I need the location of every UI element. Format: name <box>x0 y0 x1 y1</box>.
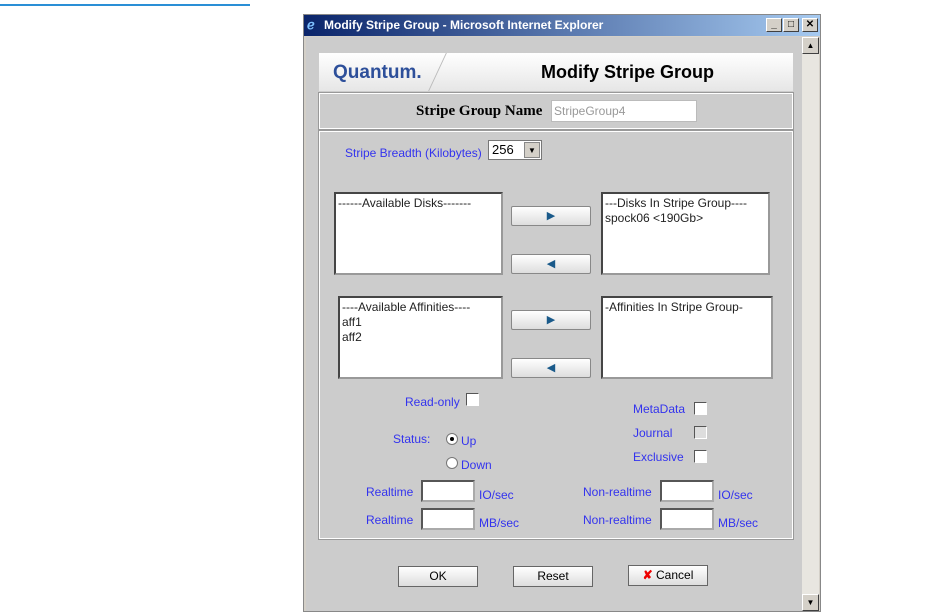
status-down-radio[interactable] <box>446 457 458 469</box>
list-item[interactable]: aff2 <box>342 330 499 345</box>
nonrealtime-mb-input[interactable] <box>660 508 714 530</box>
realtime-mb-label: Realtime <box>366 513 414 527</box>
quantum-logo: Quantum. <box>333 62 422 83</box>
settings-panel: Stripe Breadth (Kilobytes) 256 ▼ ------Av… <box>318 130 794 540</box>
x-icon: ✘ <box>642 568 653 582</box>
nonrealtime-mb-label: Non-realtime <box>583 513 652 527</box>
metadata-label: MetaData <box>633 402 686 416</box>
readonly-label: Read-only <box>405 395 460 409</box>
realtime-io-label: Realtime <box>366 485 414 499</box>
journal-checkbox[interactable] <box>694 426 707 439</box>
list-header: -Affinities In Stripe Group- <box>605 300 743 314</box>
available-affinities-list[interactable]: ----Available Affinities---- aff1 aff2 <box>338 296 503 379</box>
status-label: Status: <box>393 432 431 446</box>
readonly-checkbox[interactable] <box>466 393 479 406</box>
io-unit-label: IO/sec <box>718 488 753 502</box>
available-disks-list[interactable]: ------Available Disks------- <box>334 192 503 275</box>
arrow-left-icon: ◀ <box>546 258 556 270</box>
status-up-label: Up <box>461 434 477 448</box>
arrow-down-icon: ▼ <box>806 598 815 607</box>
status-up-radio[interactable] <box>446 433 458 445</box>
list-header: ----Available Affinities---- <box>342 300 471 314</box>
stripe-group-disks-list[interactable]: ---Disks In Stripe Group---- spock06 <190… <box>601 192 770 275</box>
banner-swoosh <box>428 53 476 91</box>
status-down-label: Down <box>461 458 492 472</box>
scroll-down-button[interactable]: ▼ <box>802 594 819 611</box>
list-header: ---Disks In Stripe Group---- <box>605 196 748 210</box>
remove-affinity-button[interactable]: ◀ <box>511 358 591 378</box>
io-unit-label: IO/sec <box>479 488 514 502</box>
cancel-button[interactable]: ✘ Cancel <box>628 565 708 586</box>
name-panel: Stripe Group Name StripeGroup4 <box>318 92 794 130</box>
add-affinity-button[interactable]: ▶ <box>511 310 591 330</box>
chevron-down-icon[interactable]: ▼ <box>524 142 540 158</box>
stripe-breadth-label: Stripe Breadth (Kilobytes) <box>345 146 482 160</box>
scroll-up-button[interactable]: ▲ <box>802 37 819 54</box>
arrow-right-icon: ▶ <box>546 210 556 222</box>
stripe-group-affinities-list[interactable]: -Affinities In Stripe Group- <box>601 296 773 379</box>
window-title: Modify Stripe Group - Microsoft Internet… <box>324 18 604 32</box>
journal-label: Journal <box>633 426 673 440</box>
list-item[interactable]: spock06 <190Gb> <box>605 211 766 226</box>
ok-button[interactable]: OK <box>398 566 478 587</box>
title-bar: ℯ Modify Stripe Group - Microsoft Intern… <box>304 15 820 36</box>
page-content: Quantum. Modify Stripe Group Stripe Grou… <box>306 37 802 611</box>
close-button[interactable]: ✕ <box>802 18 818 32</box>
arrow-left-icon: ◀ <box>546 362 556 374</box>
vertical-scrollbar[interactable]: ▲ ▼ <box>802 37 819 611</box>
stripe-breadth-select[interactable]: 256 ▼ <box>488 140 542 160</box>
remove-disk-button[interactable]: ◀ <box>511 254 591 274</box>
metadata-checkbox[interactable] <box>694 402 707 415</box>
divider-line <box>0 4 250 6</box>
exclusive-label: Exclusive <box>633 450 684 464</box>
exclusive-checkbox[interactable] <box>694 450 707 463</box>
ie-icon: ℯ <box>307 17 315 32</box>
list-item[interactable]: aff1 <box>342 315 499 330</box>
list-header: ------Available Disks------- <box>338 196 472 210</box>
add-disk-button[interactable]: ▶ <box>511 206 591 226</box>
arrow-right-icon: ▶ <box>546 314 556 326</box>
nonrealtime-io-input[interactable] <box>660 480 714 502</box>
stripe-group-name-label: Stripe Group Name <box>416 103 543 119</box>
realtime-io-input[interactable] <box>421 480 475 502</box>
cancel-label: Cancel <box>656 568 694 582</box>
stripe-group-name-input[interactable]: StripeGroup4 <box>551 100 697 122</box>
arrow-up-icon: ▲ <box>806 41 815 50</box>
stripe-breadth-value: 256 <box>492 142 514 157</box>
mb-unit-label: MB/sec <box>718 516 759 530</box>
realtime-mb-input[interactable] <box>421 508 475 530</box>
header-banner: Quantum. Modify Stripe Group <box>319 53 793 91</box>
browser-window: ℯ Modify Stripe Group - Microsoft Intern… <box>303 14 821 612</box>
maximize-button[interactable]: □ <box>783 18 799 32</box>
page-title: Modify Stripe Group <box>541 62 714 82</box>
minimize-button[interactable]: _ <box>766 18 782 32</box>
reset-button[interactable]: Reset <box>513 566 593 587</box>
nonrealtime-io-label: Non-realtime <box>583 485 652 499</box>
mb-unit-label: MB/sec <box>479 516 520 530</box>
